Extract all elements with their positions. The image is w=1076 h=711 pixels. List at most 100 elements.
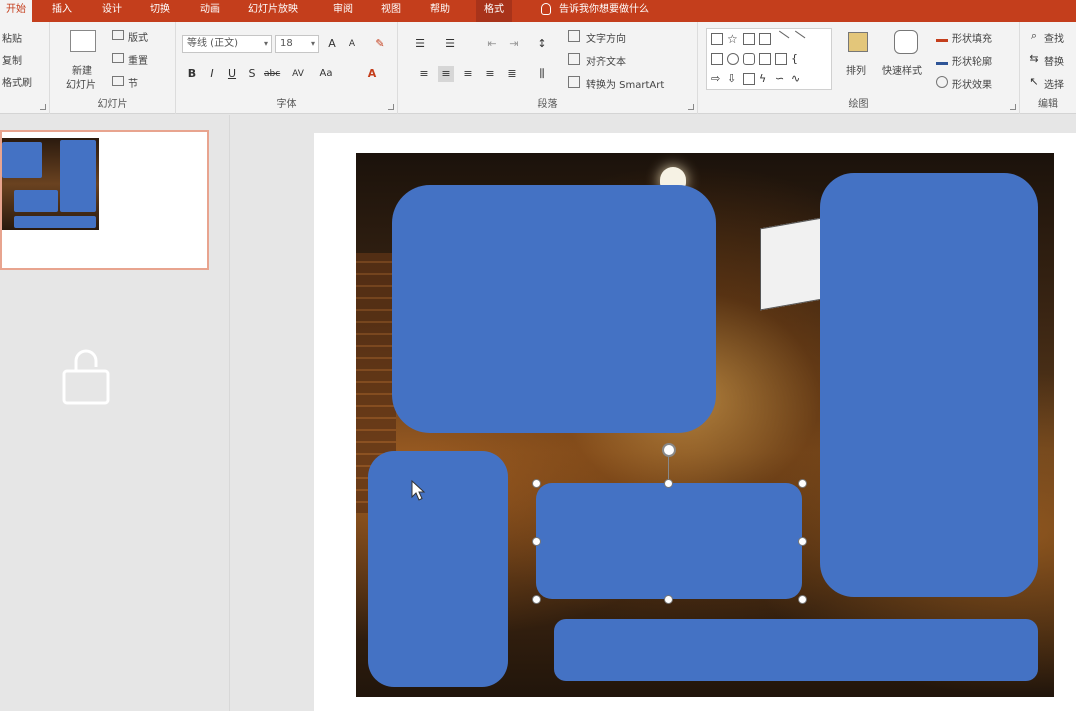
resize-handle-se[interactable] [798,595,807,604]
paste-button[interactable]: 粘贴 [2,30,22,45]
underline-icon[interactable]: U [224,66,240,82]
font-name-dropdown[interactable]: 等线 (正文) [182,35,272,53]
paragraph-launcher-icon[interactable] [688,104,694,110]
arrange-button[interactable]: 排列 [840,30,874,90]
copy-button[interactable]: 复制 [2,52,22,67]
tab-0[interactable]: 开始 [0,0,32,22]
slide-thumbnail-1[interactable] [0,130,209,270]
distributed-icon[interactable]: ≣ [504,66,520,82]
tab-7[interactable]: 视图 [381,0,401,22]
new-slide-label: 新建 [72,66,92,77]
select-icon: ↖ [1029,75,1039,88]
quick-styles-button[interactable]: 快速样式 [882,30,932,90]
shape-star-icon[interactable]: ☆ [727,33,739,45]
select-button[interactable]: 选择 [1044,76,1064,91]
resize-handle-sw[interactable] [532,595,541,604]
shape-arrow-down-icon[interactable]: ⇩ [727,73,739,85]
numbering-icon[interactable]: ☰ [442,36,458,52]
shape-text-icon[interactable] [711,33,723,45]
replace-icon: ⇆ [1029,52,1039,65]
resize-handle-w[interactable] [532,537,541,546]
shape-fill-button[interactable]: 形状填充 [952,30,992,45]
align-text-icon [568,53,580,65]
editing-group-label: 编辑 [1038,99,1058,110]
shape-arrow-icon[interactable] [788,30,806,48]
rounded-rect-left[interactable] [368,451,508,687]
shape-rounded-icon[interactable] [743,53,755,65]
text-direction-button[interactable]: 文字方向 [586,30,626,45]
increase-font-icon[interactable]: A [324,36,340,52]
shape-block-icon[interactable] [775,53,787,65]
tab-5[interactable]: 幻灯片放映 [248,0,298,22]
resize-handle-e[interactable] [798,537,807,546]
tell-me-search[interactable]: 告诉我你想要做什么 [541,0,649,22]
justify-icon[interactable]: ≡ [482,66,498,82]
font-launcher-icon[interactable] [388,104,394,110]
shape-freeform-icon[interactable]: ∿ [791,73,803,85]
convert-smartart-button[interactable]: 转换为 SmartArt [586,76,664,91]
shadow-icon[interactable]: S [244,66,260,82]
new-slide-button[interactable]: 新建 幻灯片 [60,28,106,92]
strikethrough-icon[interactable]: abc [264,66,280,82]
shape-curve-icon[interactable]: ∽ [775,73,787,85]
bold-icon[interactable]: B [184,66,200,82]
shape-effects-button[interactable]: 形状效果 [952,76,992,91]
align-left-icon[interactable]: ≡ [416,66,432,82]
char-spacing-icon[interactable]: AV [290,66,306,82]
background-photo[interactable] [356,153,1054,697]
find-button[interactable]: 查找 [1044,30,1064,45]
tab-6[interactable]: 审阅 [333,0,353,22]
columns-icon[interactable]: ⫼ [534,66,550,82]
resize-handle-nw[interactable] [532,479,541,488]
line-spacing-icon[interactable]: ↕ [534,36,550,52]
font-color-icon[interactable]: A [364,66,380,82]
shape-bolt-icon[interactable]: ϟ [759,73,771,85]
tab-2[interactable]: 设计 [102,0,122,22]
shapes-gallery[interactable]: ☆ { ⇨ ⇩ ϟ ∽ ∿ [706,28,832,90]
clipboard-launcher-icon[interactable] [40,104,46,110]
tab-3[interactable]: 切换 [150,0,170,22]
align-right-icon[interactable]: ≡ [460,66,476,82]
rotate-handle[interactable] [662,443,676,457]
slide[interactable] [314,133,1076,711]
shape-triangle-icon[interactable] [759,53,771,65]
format-painter-button[interactable]: 格式刷 [2,74,32,89]
shape-outline-button[interactable]: 形状轮廓 [952,53,992,68]
shape-fill-icon [936,30,948,42]
decrease-indent-icon[interactable]: ⇤ [484,36,500,52]
section-icon [112,76,124,86]
shape-bracket-icon[interactable]: { [791,53,803,65]
shape-arrow-right-icon[interactable]: ⇨ [711,73,723,85]
tab-9[interactable]: 格式 [476,0,512,22]
rounded-rect-bottom[interactable] [554,619,1038,681]
rounded-rect-large[interactable] [392,185,716,433]
align-text-button[interactable]: 对齐文本 [586,53,626,68]
increase-indent-icon[interactable]: ⇥ [506,36,522,52]
drawing-launcher-icon[interactable] [1010,104,1016,110]
bullets-icon[interactable]: ☰ [412,36,428,52]
resize-handle-s[interactable] [664,595,673,604]
tab-8[interactable]: 帮助 [430,0,450,22]
italic-icon[interactable]: I [204,66,220,82]
resize-handle-n[interactable] [664,479,673,488]
font-size-dropdown[interactable]: 18 [275,35,319,53]
shape-pentagon-icon[interactable] [743,73,755,85]
tab-1[interactable]: 插入 [52,0,72,22]
change-case-icon[interactable]: Aa [318,66,334,82]
shape-square-icon[interactable] [711,53,723,65]
resize-handle-ne[interactable] [798,479,807,488]
reset-button[interactable]: 重置 [128,52,148,67]
shape-oval-icon[interactable] [727,53,739,65]
section-button[interactable]: 节 [128,75,138,90]
align-center-icon[interactable]: ≡ [438,66,454,82]
decrease-font-icon[interactable]: A [344,36,360,52]
clear-formatting-icon[interactable]: ✎ [372,36,388,52]
shape-rect-icon[interactable] [743,33,755,45]
rounded-rect-tall[interactable] [820,173,1038,597]
layout-button[interactable]: 版式 [128,29,148,44]
shape-line-icon[interactable] [772,30,790,48]
replace-button[interactable]: 替换 [1044,53,1064,68]
rounded-rect-selected[interactable] [536,483,802,599]
tab-4[interactable]: 动画 [200,0,220,22]
shape-rect2-icon[interactable] [759,33,771,45]
